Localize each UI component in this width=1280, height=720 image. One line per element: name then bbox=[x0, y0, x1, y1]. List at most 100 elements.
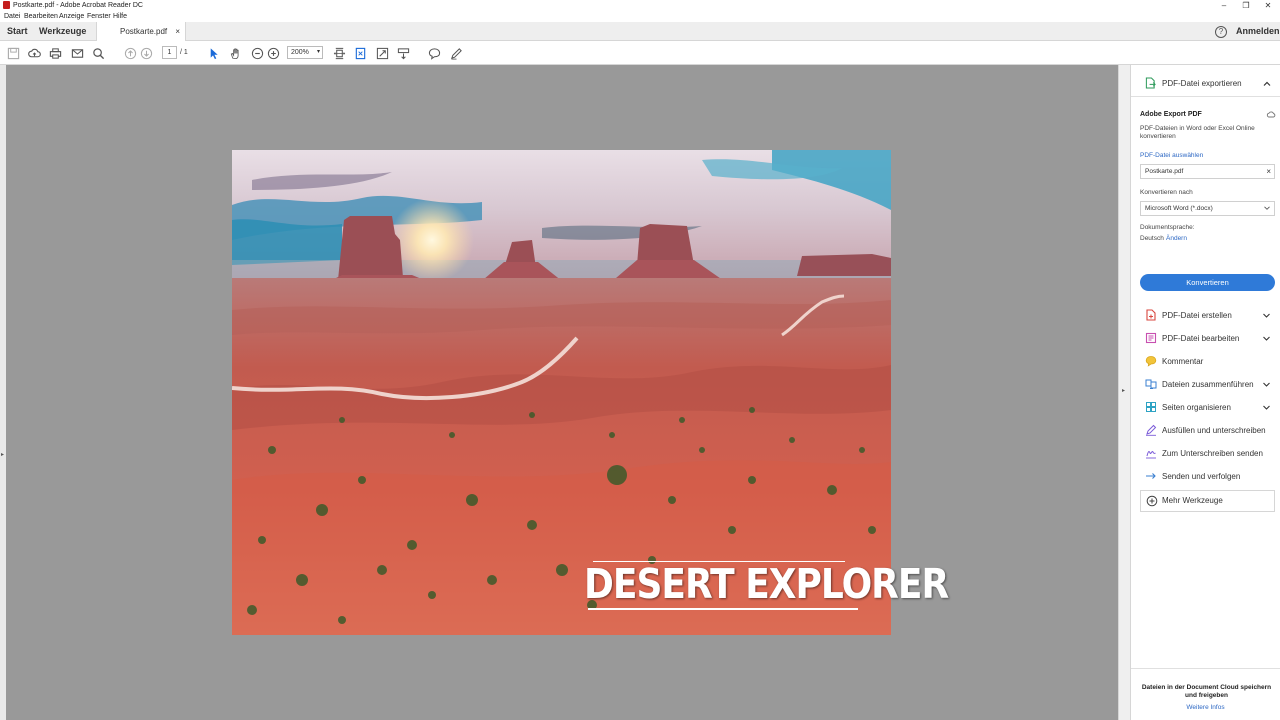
tools-pane: PDF-Datei exportieren Adobe Export PDF P… bbox=[1131, 65, 1280, 720]
export-pdf-icon bbox=[1145, 77, 1156, 89]
previous-page-icon[interactable] bbox=[122, 45, 138, 61]
close-button[interactable]: ✕ bbox=[1256, 0, 1280, 11]
chevron-right-icon: ▸ bbox=[1122, 388, 1126, 394]
window-title: Postkarte.pdf - Adobe Acrobat Reader DC bbox=[13, 2, 143, 9]
tool-label: Seiten organisieren bbox=[1162, 403, 1231, 412]
menu-bar: Datei Bearbeiten Anzeige Fenster Hilfe bbox=[0, 11, 1280, 22]
print-icon[interactable] bbox=[47, 45, 63, 61]
zoom-out-icon[interactable] bbox=[249, 45, 265, 61]
zoom-in-icon[interactable] bbox=[265, 45, 281, 61]
tool-send-for-signature[interactable]: Zum Unterschreiben senden bbox=[1131, 442, 1280, 465]
full-screen-icon[interactable] bbox=[374, 45, 390, 61]
tool-label: Dateien zusammenführen bbox=[1162, 380, 1254, 389]
chevron-down-icon: ▾ bbox=[316, 49, 320, 55]
learn-more-link[interactable]: Weitere Infos bbox=[1131, 704, 1280, 711]
selected-file-name: Postkarte.pdf bbox=[1145, 168, 1184, 175]
next-page-icon[interactable] bbox=[138, 45, 154, 61]
save-icon[interactable] bbox=[5, 45, 21, 61]
sign-in-button[interactable]: Anmelden bbox=[1236, 22, 1280, 41]
fit-width-icon[interactable] bbox=[331, 45, 347, 61]
comment-icon bbox=[1145, 356, 1157, 367]
postcard-title: DESERT EXPLORER bbox=[584, 561, 949, 609]
tab-start[interactable]: Start bbox=[7, 22, 28, 41]
email-icon[interactable] bbox=[69, 45, 85, 61]
menu-datei[interactable]: Datei bbox=[4, 11, 20, 22]
draw-pen-icon[interactable] bbox=[448, 45, 464, 61]
add-circle-icon bbox=[1146, 495, 1158, 507]
page-total: / 1 bbox=[180, 49, 188, 56]
select-pdf-link[interactable]: PDF-Datei auswählen bbox=[1140, 152, 1203, 159]
scroll-mode-icon[interactable] bbox=[395, 45, 411, 61]
doc-language-label: Dokumentsprache: bbox=[1140, 224, 1195, 231]
tool-edit-pdf[interactable]: PDF-Datei bearbeiten bbox=[1131, 327, 1280, 350]
convert-format-select[interactable]: Microsoft Word (*.docx) bbox=[1140, 201, 1275, 216]
tool-label: PDF-Datei erstellen bbox=[1162, 311, 1232, 320]
combine-files-icon bbox=[1145, 379, 1157, 389]
chevron-down-icon bbox=[1263, 382, 1270, 387]
hand-tool-icon[interactable] bbox=[227, 45, 243, 61]
convert-button[interactable]: Konvertieren bbox=[1140, 274, 1275, 291]
menu-bearbeiten[interactable]: Bearbeiten bbox=[24, 11, 58, 22]
tool-label: PDF-Datei bearbeiten bbox=[1162, 334, 1240, 343]
tab-document[interactable]: Postkarte.pdf × bbox=[96, 22, 186, 42]
restore-button[interactable]: ❐ bbox=[1234, 0, 1258, 11]
title-bottom-rule bbox=[588, 608, 858, 610]
more-tools-label: Mehr Werkzeuge bbox=[1162, 496, 1223, 505]
zoom-level-value: 200% bbox=[291, 49, 309, 56]
minimize-button[interactable]: – bbox=[1212, 0, 1236, 11]
comment-icon[interactable] bbox=[426, 45, 442, 61]
tool-fill-sign[interactable]: Ausfüllen und unterschreiben bbox=[1131, 419, 1280, 442]
selected-file-field[interactable]: Postkarte.pdf × bbox=[1140, 164, 1275, 179]
cloud-upload-icon[interactable] bbox=[26, 45, 42, 61]
chevron-up-icon bbox=[1263, 81, 1271, 86]
page-number-input[interactable]: 1 bbox=[162, 46, 177, 59]
right-panel-splitter[interactable]: ▸ bbox=[1118, 65, 1131, 720]
send-for-signature-icon bbox=[1146, 451, 1156, 459]
export-pdf-header[interactable]: PDF-Datei exportieren bbox=[1131, 71, 1280, 97]
tool-label: Senden und verfolgen bbox=[1162, 472, 1241, 481]
chevron-down-icon bbox=[1263, 405, 1270, 410]
cloud-promo: Dateien in der Document Cloud speichern … bbox=[1131, 668, 1280, 720]
more-tools-button[interactable]: Mehr Werkzeuge bbox=[1140, 490, 1275, 512]
title-bar: Postkarte.pdf - Adobe Acrobat Reader DC … bbox=[0, 0, 1280, 11]
left-panel-toggle[interactable]: ▸ bbox=[0, 65, 6, 720]
menu-fenster[interactable]: Fenster bbox=[87, 11, 111, 22]
cloud-settings-icon[interactable] bbox=[1266, 110, 1276, 119]
menu-hilfe[interactable]: Hilfe bbox=[113, 11, 127, 22]
tool-comment[interactable]: Kommentar bbox=[1131, 350, 1280, 373]
send-track-icon bbox=[1146, 473, 1156, 479]
tab-tools[interactable]: Werkzeuge bbox=[39, 22, 86, 41]
close-tab-icon[interactable]: × bbox=[175, 22, 180, 41]
tab-bar: Start Werkzeuge Postkarte.pdf × ? Anmeld… bbox=[0, 22, 1280, 42]
clear-file-icon[interactable]: × bbox=[1266, 165, 1271, 178]
tool-organize-pages[interactable]: Seiten organisieren bbox=[1131, 396, 1280, 419]
menu-anzeige[interactable]: Anzeige bbox=[59, 11, 84, 22]
chevron-right-icon: ▸ bbox=[1, 452, 5, 458]
chevron-down-icon bbox=[1263, 313, 1270, 318]
fit-page-icon[interactable] bbox=[352, 45, 368, 61]
search-icon[interactable] bbox=[90, 45, 106, 61]
zoom-level-select[interactable]: 200% ▾ bbox=[287, 46, 323, 59]
tool-send-track[interactable]: Senden und verfolgen bbox=[1131, 465, 1280, 488]
tool-label: Kommentar bbox=[1162, 357, 1204, 366]
export-pdf-header-label: PDF-Datei exportieren bbox=[1162, 79, 1242, 88]
export-title: Adobe Export PDF bbox=[1140, 111, 1202, 118]
convert-to-label: Konvertieren nach bbox=[1140, 189, 1193, 196]
tool-label: Zum Unterschreiben senden bbox=[1162, 449, 1263, 458]
edit-pdf-icon bbox=[1145, 332, 1157, 344]
create-pdf-icon bbox=[1146, 309, 1156, 321]
select-tool-icon[interactable] bbox=[205, 45, 221, 61]
organize-pages-icon bbox=[1146, 402, 1156, 412]
document-tab-label: Postkarte.pdf bbox=[120, 27, 168, 36]
tool-create-pdf[interactable]: PDF-Datei erstellen bbox=[1131, 304, 1280, 327]
change-language-link[interactable]: Ändern bbox=[1166, 235, 1187, 242]
tool-label: Ausfüllen und unterschreiben bbox=[1162, 426, 1266, 435]
help-icon[interactable]: ? bbox=[1215, 26, 1227, 38]
acrobat-app-icon bbox=[3, 1, 10, 9]
export-description: PDF-Dateien in Word oder Excel Online ko… bbox=[1140, 125, 1255, 140]
tool-combine-files[interactable]: Dateien zusammenführen bbox=[1131, 373, 1280, 396]
chevron-down-icon bbox=[1263, 336, 1270, 341]
chevron-down-icon bbox=[1264, 206, 1270, 210]
main-toolbar: 1 / 1 200% ▾ bbox=[0, 41, 1280, 65]
doc-language-value: Deutsch bbox=[1140, 235, 1164, 242]
